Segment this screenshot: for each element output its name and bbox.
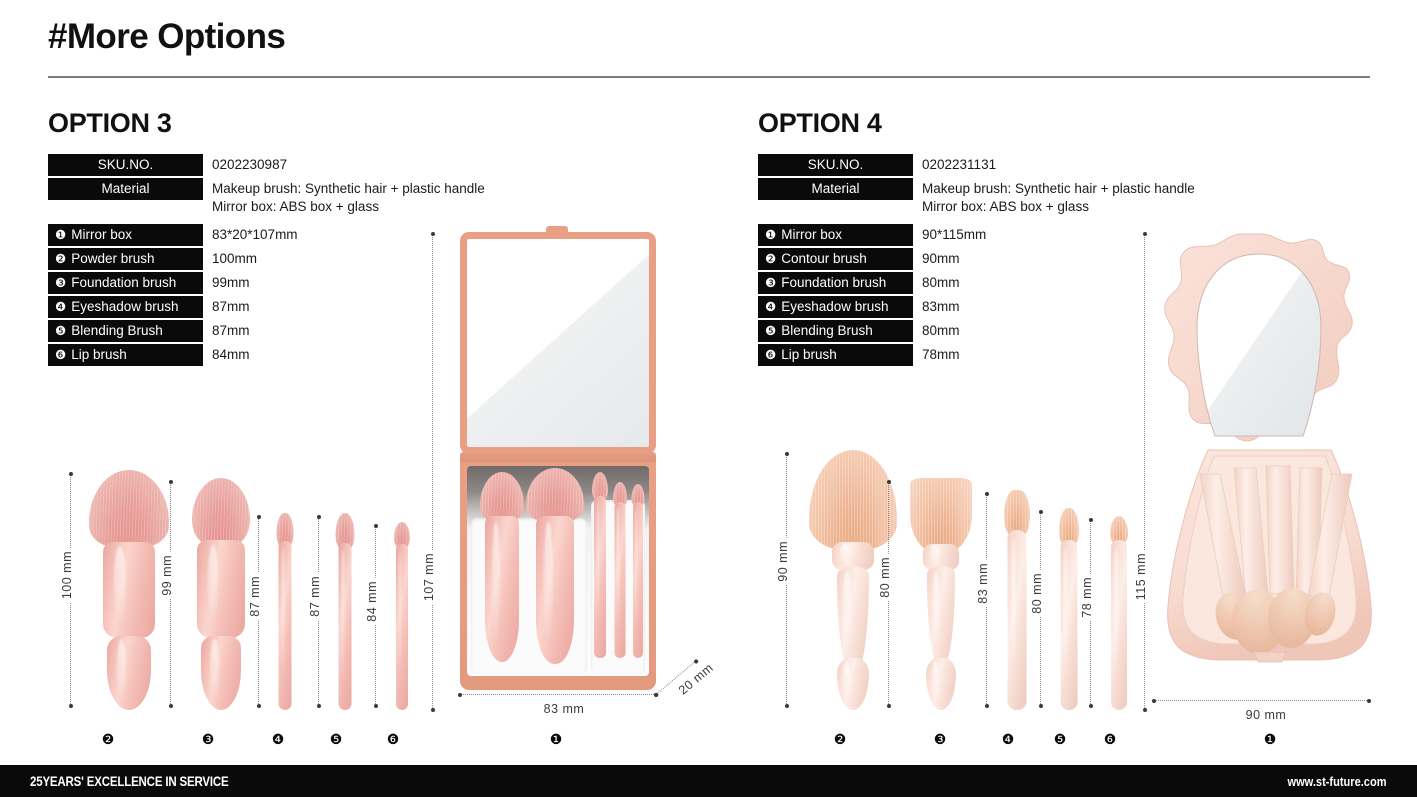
footer-tagline: 25YEARS' EXCELLENCE IN SERVICE [30, 773, 229, 789]
footer-website[interactable]: www.st-future.com [1288, 774, 1387, 789]
brush-figure-3: 80 mm [878, 478, 990, 710]
dimension-label: 78 mm [1080, 574, 1094, 621]
option-4-figures: 90 mm ❷ 80 mm ❸ 83 mm ❹ 80 mm ❺ 78 mm ❻ … [0, 0, 1417, 797]
footer-bar: 25YEARS' EXCELLENCE IN SERVICE www.st-fu… [0, 765, 1417, 797]
dimension-line-width [1152, 698, 1371, 703]
brush-image [1056, 508, 1082, 710]
shell-mirror-lid [1164, 233, 1353, 442]
brush-bristles [910, 478, 972, 552]
brush-handle [1007, 530, 1027, 710]
figure-badge: ❻ [1103, 731, 1117, 747]
dimension-label-height: 115 mm [1134, 550, 1148, 604]
brush-handle [1060, 540, 1078, 710]
brush-handle-stem [837, 566, 869, 672]
dimension-label: 83 mm [976, 560, 990, 607]
brush-handle-knob [926, 658, 956, 710]
shell-case-base [1167, 449, 1372, 663]
figure-badge: ❶ [1263, 731, 1277, 747]
dimension-label-width: 90 mm [1212, 708, 1320, 722]
brush-handle-stem [927, 566, 955, 664]
dimension-label: 80 mm [878, 554, 892, 601]
dimension-line-height [1142, 232, 1147, 712]
dimension-label: 80 mm [1030, 570, 1044, 617]
shell-case-figure-4: 115 mm 90 mm [1134, 232, 1416, 722]
brush-image [1106, 516, 1132, 710]
figure-badge: ❹ [1001, 731, 1015, 747]
brush-handle-knob [837, 658, 869, 710]
figure-badge: ❸ [933, 731, 947, 747]
brush-handle [1111, 540, 1127, 710]
figure-badge: ❷ [833, 731, 847, 747]
brush-image [1002, 490, 1032, 710]
dimension-label: 90 mm [776, 538, 790, 585]
product-spec-sheet: #More Options OPTION 3 SKU.NO. 020223098… [0, 0, 1417, 797]
brush-image [908, 478, 974, 710]
